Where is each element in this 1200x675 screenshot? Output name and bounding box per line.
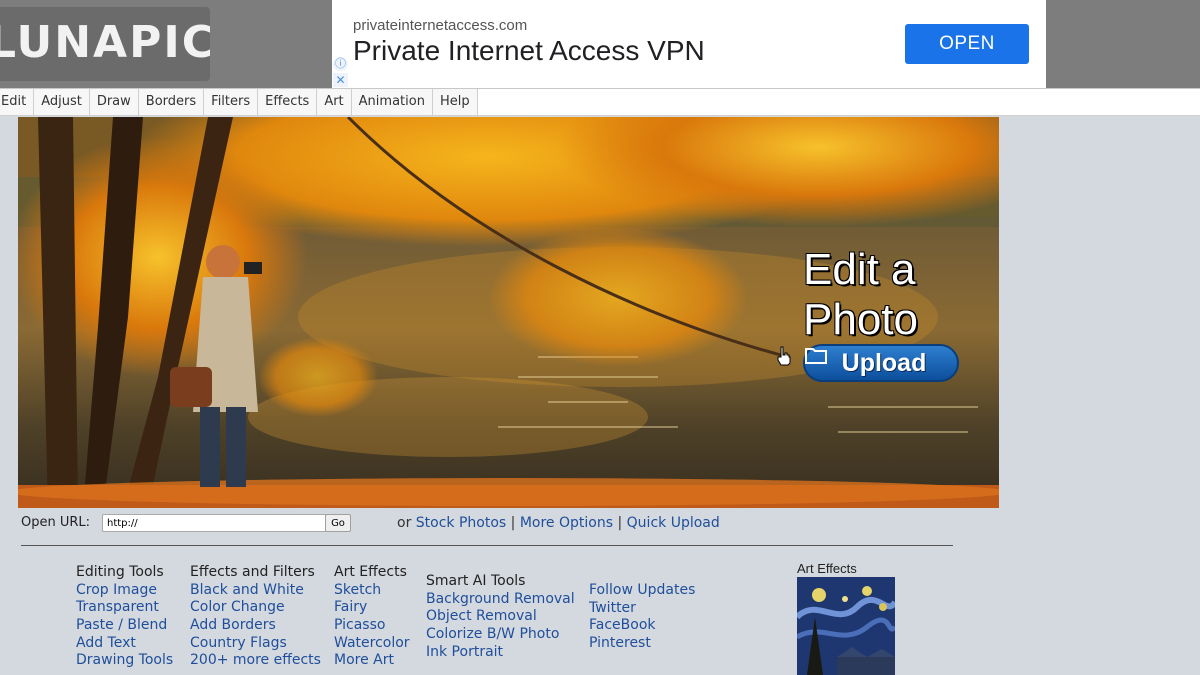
section-divider [21,545,953,546]
more-options-link[interactable]: More Options [520,515,613,531]
menu-draw[interactable]: Draw [89,89,139,115]
links-separator: | [506,515,520,531]
paste-blend-link[interactable]: Paste / Blend [76,617,173,635]
site-logo[interactable]: LUNAPIC [0,7,210,81]
black-and-white-link[interactable]: Black and White [190,582,321,600]
effects-filters-column: Effects and Filters Black and White Colo… [190,564,321,670]
ad-title[interactable]: Private Internet Access VPN [353,35,705,67]
ad-info-icon[interactable]: ⓘ [333,57,348,71]
quick-upload-link[interactable]: Quick Upload [627,515,720,531]
upload-button[interactable]: Upload [803,344,959,382]
links-prefix: or [397,515,416,531]
picasso-link[interactable]: Picasso [334,617,410,635]
menu-help[interactable]: Help [432,89,478,115]
follow-updates-column: Follow Updates Twitter FaceBook Pinteres… [589,582,695,653]
more-art-link[interactable]: More Art [334,652,410,670]
art-effects-thumbnail[interactable] [797,577,895,675]
colorize-photo-link[interactable]: Colorize B/W Photo [426,626,575,644]
upload-options-links: or Stock Photos | More Options | Quick U… [397,515,720,531]
ink-portrait-link[interactable]: Ink Portrait [426,644,575,662]
add-text-link[interactable]: Add Text [76,635,173,653]
menu-filters[interactable]: Filters [204,89,259,115]
column-heading[interactable]: Follow Updates [589,582,695,600]
object-removal-link[interactable]: Object Removal [426,608,575,626]
background-removal-link[interactable]: Background Removal [426,591,575,609]
smart-ai-tools-column: Smart AI Tools Background Removal Object… [426,573,575,661]
main-menu-bar: Edit Adjust Draw Borders Filters Effects… [0,88,1200,116]
logo-text: LUNAPIC [0,17,210,68]
column-heading: Art Effects [334,564,407,580]
sketch-link[interactable]: Sketch [334,582,410,600]
menu-effects[interactable]: Effects [258,89,318,115]
country-flags-link[interactable]: Country Flags [190,635,321,653]
menu-edit[interactable]: Edit [0,89,35,115]
hero-title: Edit a Photo [803,245,918,344]
art-effects-column: Art Effects Sketch Fairy Picasso Waterco… [334,564,410,670]
advertisement-banner[interactable]: privateinternetaccess.com Private Intern… [332,0,1046,88]
menu-borders[interactable]: Borders [138,89,205,115]
stock-photos-link[interactable]: Stock Photos [416,515,506,531]
fairy-link[interactable]: Fairy [334,599,410,617]
starry-night-thumbnail [797,577,895,675]
color-change-link[interactable]: Color Change [190,599,321,617]
facebook-link[interactable]: FaceBook [589,617,695,635]
pinterest-link[interactable]: Pinterest [589,635,695,653]
menu-adjust[interactable]: Adjust [34,89,90,115]
transparent-link[interactable]: Transparent [76,599,173,617]
watercolor-link[interactable]: Watercolor [334,635,410,653]
url-input[interactable] [102,514,327,532]
ad-open-button[interactable]: OPEN [905,24,1029,64]
art-effects-thumb-label: Art Effects [797,561,857,576]
more-effects-link[interactable]: 200+ more effects [190,652,321,670]
add-borders-link[interactable]: Add Borders [190,617,321,635]
twitter-link[interactable]: Twitter [589,600,695,618]
ad-close-icon[interactable]: ✕ [333,73,348,87]
menu-art[interactable]: Art [317,89,352,115]
menu-animation[interactable]: Animation [351,89,433,115]
ad-domain: privateinternetaccess.com [353,17,528,34]
drawing-tools-link[interactable]: Drawing Tools [76,652,173,670]
column-heading: Effects and Filters [190,564,315,580]
open-url-label: Open URL: [21,515,91,530]
column-heading: Smart AI Tools [426,573,526,589]
crop-image-link[interactable]: Crop Image [76,582,173,600]
column-heading: Editing Tools [76,564,164,580]
hero-banner[interactable]: Edit a Photo Upload [18,117,999,508]
go-button[interactable]: Go [325,514,351,532]
site-header: LUNAPIC privateinternetaccess.com Privat… [0,0,1200,88]
links-separator: | [613,515,627,531]
upload-label: Upload [841,348,927,377]
editing-tools-column: Editing Tools Crop Image Transparent Pas… [76,564,173,670]
menu-items: Edit Adjust Draw Borders Filters Effects… [0,89,1200,115]
